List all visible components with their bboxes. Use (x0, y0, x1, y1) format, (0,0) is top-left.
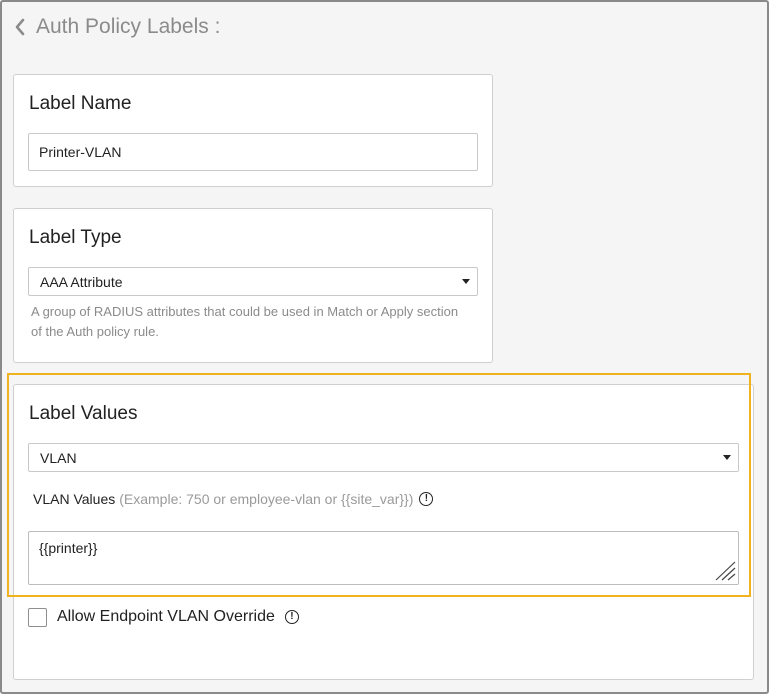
label-name-card: Label Name (13, 74, 493, 187)
label-values-select[interactable]: VLAN (28, 443, 739, 472)
info-icon[interactable]: ! (419, 492, 434, 506)
caret-down-icon (462, 278, 470, 284)
label-values-selected: VLAN (40, 449, 77, 466)
override-row: Allow Endpoint VLAN Override ! (28, 606, 299, 628)
back-header[interactable]: Auth Policy Labels : (14, 12, 220, 42)
page-title: Auth Policy Labels : (36, 15, 221, 38)
label-name-title: Label Name (29, 93, 132, 114)
label-type-selected: AAA Attribute (40, 273, 123, 290)
label-type-title: Label Type (29, 227, 122, 248)
vlan-values-textarea[interactable]: {{printer}} (28, 531, 739, 585)
caret-down-icon (723, 454, 731, 460)
label-name-input[interactable] (28, 133, 478, 171)
label-type-card: Label Type AAA Attribute A group of RADI… (13, 208, 493, 363)
vlan-values-title: VLAN Values (33, 491, 116, 507)
override-checkbox[interactable] (28, 607, 47, 627)
vlan-values-label: VLAN Values (Example: 750 or employee-vl… (33, 491, 434, 507)
info-icon[interactable]: ! (284, 610, 299, 624)
chevron-left-icon (14, 18, 26, 36)
resize-grip-icon[interactable] (714, 561, 736, 586)
label-values-title: Label Values (29, 403, 138, 424)
label-type-select[interactable]: AAA Attribute (28, 267, 478, 296)
label-type-help: A group of RADIUS attributes that could … (31, 304, 459, 339)
vlan-values-example: (Example: 750 or employee-vlan or {{site… (119, 491, 414, 507)
override-label: Allow Endpoint VLAN Override (57, 608, 275, 625)
